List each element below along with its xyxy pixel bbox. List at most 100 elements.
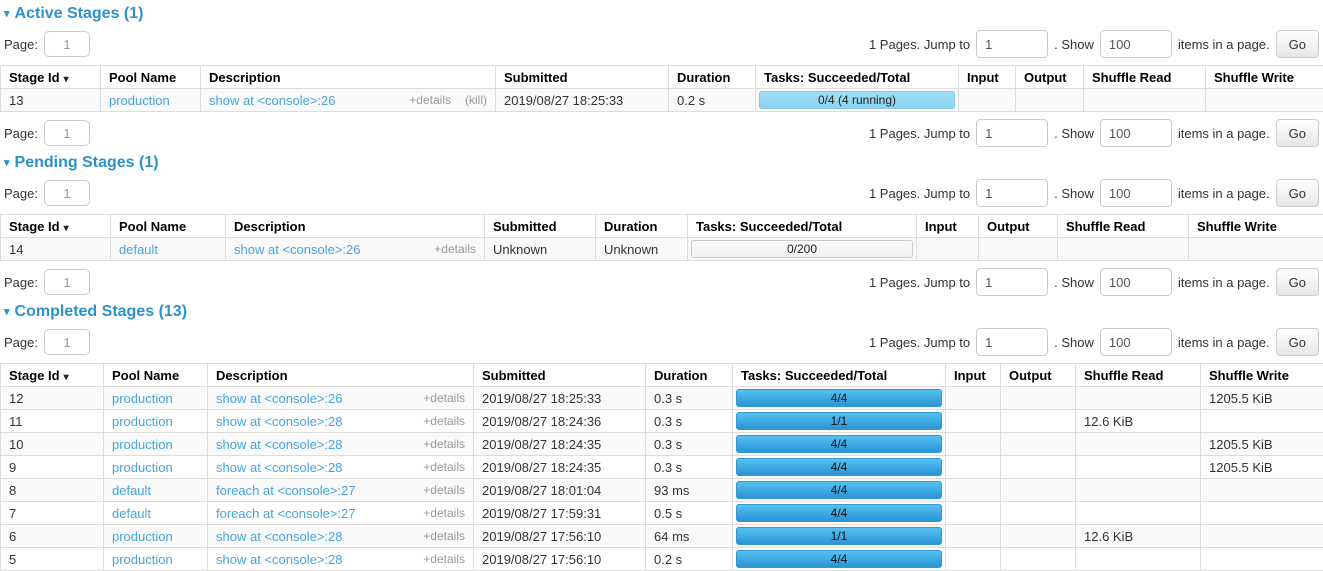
jump-to-page-input[interactable] <box>976 328 1048 356</box>
description-link[interactable]: show at <console>:28 <box>216 414 342 429</box>
cell-shuffle-write <box>1201 548 1323 571</box>
page-number-input[interactable] <box>44 269 90 295</box>
cell-duration: Unknown <box>596 238 688 261</box>
items-per-page-input[interactable] <box>1100 119 1172 147</box>
tasks-progress-bar: 4/4 <box>736 550 942 568</box>
column-header-description[interactable]: Description <box>208 364 474 387</box>
column-header-output[interactable]: Output <box>979 215 1058 238</box>
column-header-shuffle-read[interactable]: Shuffle Read <box>1058 215 1189 238</box>
details-toggle-link[interactable]: +details <box>423 414 465 428</box>
active-stages-header[interactable]: ▾Active Stages (1) <box>4 5 1319 23</box>
column-header-pool-name[interactable]: Pool Name <box>101 66 201 89</box>
jump-to-page-input[interactable] <box>976 179 1048 207</box>
description-link[interactable]: show at <console>:26 <box>209 93 335 108</box>
pool-name-link[interactable]: production <box>109 93 170 108</box>
details-toggle-link[interactable]: +details <box>434 242 476 256</box>
column-header-pool-name[interactable]: Pool Name <box>104 364 208 387</box>
column-header-duration[interactable]: Duration <box>596 215 688 238</box>
pool-name-link[interactable]: production <box>112 552 173 567</box>
cell-pool-name: production <box>104 548 208 571</box>
completed-stages-header[interactable]: ▾Completed Stages (13) <box>4 303 1319 321</box>
kill-stage-link[interactable]: (kill) <box>465 93 487 107</box>
jump-to-page-input[interactable] <box>976 30 1048 58</box>
items-per-page-input[interactable] <box>1100 328 1172 356</box>
details-toggle-link[interactable]: +details <box>409 93 451 107</box>
description-link[interactable]: show at <console>:26 <box>234 242 360 257</box>
pool-name-link[interactable]: production <box>112 529 173 544</box>
details-toggle-link[interactable]: +details <box>423 529 465 543</box>
description-link[interactable]: foreach at <console>:27 <box>216 483 356 498</box>
column-header-duration[interactable]: Duration <box>669 66 756 89</box>
column-header-stage-id[interactable]: Stage Id▾ <box>1 66 101 89</box>
column-header-output[interactable]: Output <box>1016 66 1084 89</box>
column-header-shuffle-write[interactable]: Shuffle Write <box>1206 66 1323 89</box>
cell-duration: 0.3 s <box>646 410 733 433</box>
column-header-tasks[interactable]: Tasks: Succeeded/Total <box>688 215 917 238</box>
column-header-input[interactable]: Input <box>946 364 1001 387</box>
pagination-bar: Page: 1 Pages. Jump to . Show items in a… <box>4 119 1319 147</box>
items-per-page-input[interactable] <box>1100 268 1172 296</box>
column-header-submitted[interactable]: Submitted <box>485 215 596 238</box>
pool-name-link[interactable]: production <box>112 460 173 475</box>
column-header-description[interactable]: Description <box>201 66 496 89</box>
description-link[interactable]: foreach at <console>:27 <box>216 506 356 521</box>
details-toggle-link[interactable]: +details <box>423 506 465 520</box>
pool-name-link[interactable]: default <box>112 483 151 498</box>
column-header-stage-id[interactable]: Stage Id▾ <box>1 364 104 387</box>
cell-pool-name: production <box>104 433 208 456</box>
section-title-text: Active Stages (1) <box>15 5 144 22</box>
cell-shuffle-write: 1205.5 KiB <box>1201 433 1323 456</box>
column-header-shuffle-read[interactable]: Shuffle Read <box>1076 364 1201 387</box>
page-number-input[interactable] <box>44 120 90 146</box>
column-header-input[interactable]: Input <box>959 66 1016 89</box>
pool-name-link[interactable]: default <box>112 506 151 521</box>
details-toggle-link[interactable]: +details <box>423 483 465 497</box>
column-header-tasks[interactable]: Tasks: Succeeded/Total <box>733 364 946 387</box>
go-button[interactable]: Go <box>1276 328 1319 356</box>
column-header-shuffle-read[interactable]: Shuffle Read <box>1084 66 1206 89</box>
column-header-duration[interactable]: Duration <box>646 364 733 387</box>
description-link[interactable]: show at <console>:28 <box>216 552 342 567</box>
items-per-page-input[interactable] <box>1100 30 1172 58</box>
completed-stages-table: Stage Id▾Pool NameDescriptionSubmittedDu… <box>0 363 1323 571</box>
pool-name-link[interactable]: production <box>112 391 173 406</box>
pool-name-link[interactable]: production <box>112 414 173 429</box>
jump-to-page-input[interactable] <box>976 268 1048 296</box>
go-button[interactable]: Go <box>1276 268 1319 296</box>
page-number-input[interactable] <box>44 329 90 355</box>
column-header-output[interactable]: Output <box>1001 364 1076 387</box>
column-header-shuffle-write[interactable]: Shuffle Write <box>1189 215 1323 238</box>
cell-description: show at <console>:28 +details <box>208 410 474 433</box>
pending-stages-header[interactable]: ▾Pending Stages (1) <box>4 154 1319 172</box>
page-number-input[interactable] <box>44 31 90 57</box>
details-toggle-link[interactable]: +details <box>423 391 465 405</box>
column-header-description[interactable]: Description <box>226 215 485 238</box>
active-stages-table: Stage Id▾Pool NameDescriptionSubmittedDu… <box>0 65 1323 112</box>
details-toggle-link[interactable]: +details <box>423 460 465 474</box>
page-number-input[interactable] <box>44 180 90 206</box>
cell-description: show at <console>:28 +details <box>208 433 474 456</box>
details-toggle-link[interactable]: +details <box>423 437 465 451</box>
column-header-stage-id[interactable]: Stage Id▾ <box>1 215 111 238</box>
description-link[interactable]: show at <console>:28 <box>216 529 342 544</box>
column-header-shuffle-write[interactable]: Shuffle Write <box>1201 364 1323 387</box>
column-header-submitted[interactable]: Submitted <box>496 66 669 89</box>
pool-name-link[interactable]: production <box>112 437 173 452</box>
pool-name-link[interactable]: default <box>119 242 158 257</box>
jump-to-page-input[interactable] <box>976 119 1048 147</box>
cell-duration: 0.3 s <box>646 387 733 410</box>
go-button[interactable]: Go <box>1276 30 1319 58</box>
column-header-tasks[interactable]: Tasks: Succeeded/Total <box>756 66 959 89</box>
column-header-input[interactable]: Input <box>917 215 979 238</box>
description-link[interactable]: show at <console>:26 <box>216 391 342 406</box>
column-header-submitted[interactable]: Submitted <box>474 364 646 387</box>
stage-row: 8defaultforeach at <console>:27+details2… <box>1 479 1323 502</box>
column-header-pool-name[interactable]: Pool Name <box>111 215 226 238</box>
description-link[interactable]: show at <console>:28 <box>216 460 342 475</box>
items-per-page-input[interactable] <box>1100 179 1172 207</box>
show-label: . Show <box>1054 335 1094 350</box>
description-link[interactable]: show at <console>:28 <box>216 437 342 452</box>
go-button[interactable]: Go <box>1276 179 1319 207</box>
go-button[interactable]: Go <box>1276 119 1319 147</box>
details-toggle-link[interactable]: +details <box>423 552 465 566</box>
